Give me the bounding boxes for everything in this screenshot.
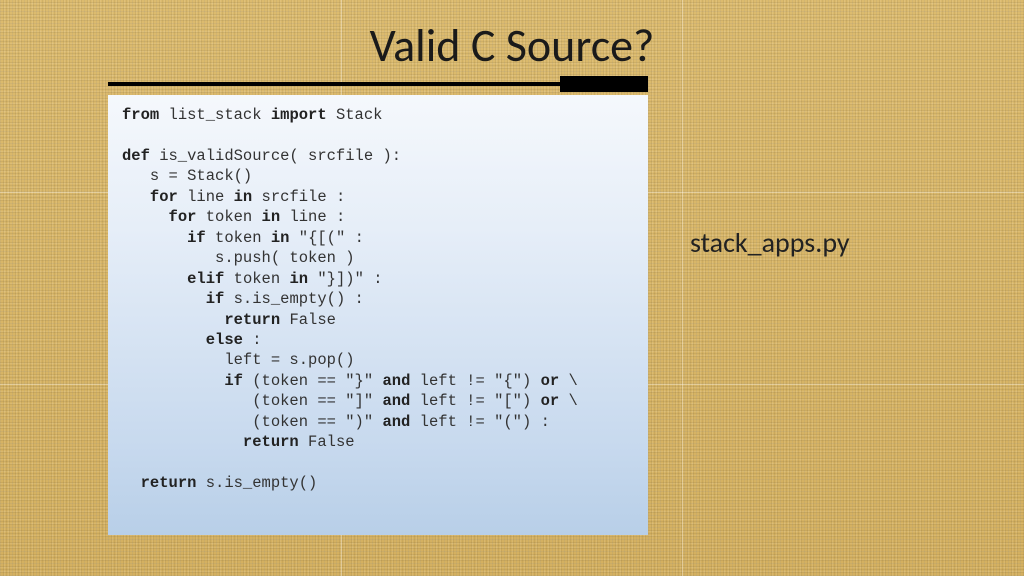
filename-label: stack_apps.py: [690, 225, 850, 260]
slide-title: Valid C Source?: [0, 18, 1024, 74]
title-accent-block: [560, 76, 648, 92]
code-block: from list_stack import Stack def is_vali…: [108, 95, 648, 535]
